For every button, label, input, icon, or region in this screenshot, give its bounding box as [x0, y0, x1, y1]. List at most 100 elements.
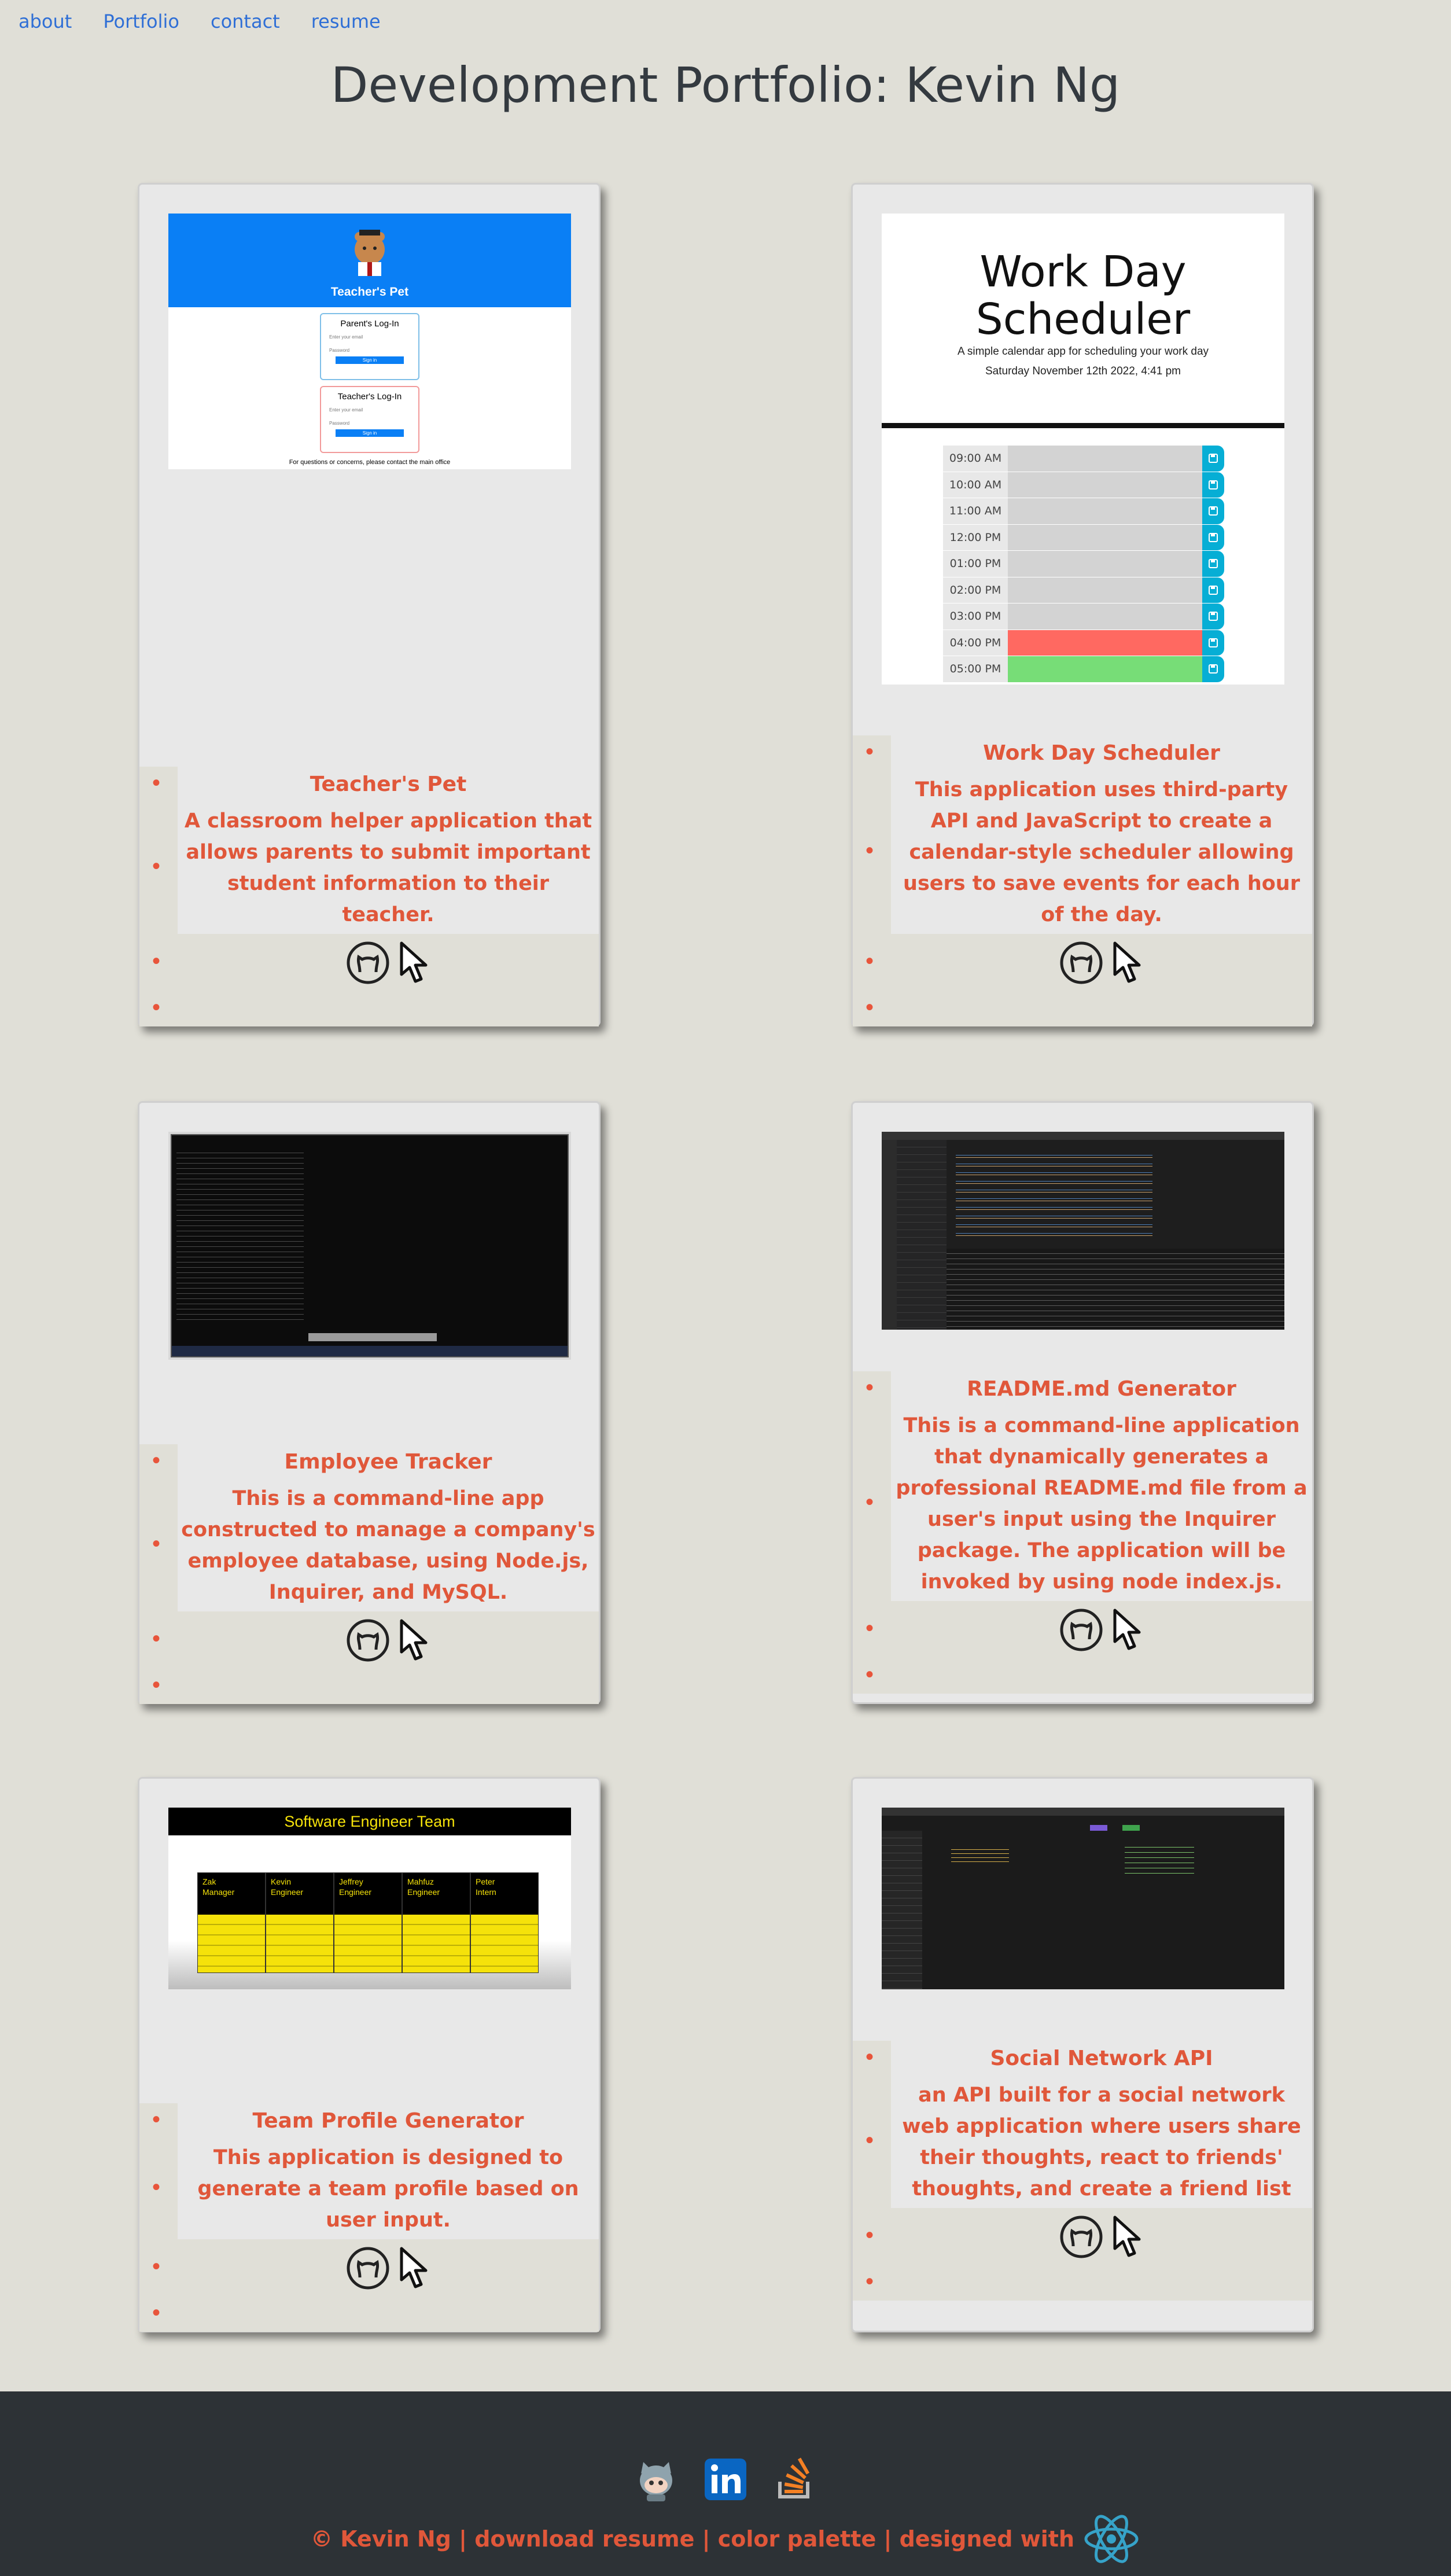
- sign-in-button[interactable]: Sign in: [336, 429, 404, 437]
- save-button[interactable]: [1202, 656, 1224, 682]
- time-block-row: 05:00 PM: [943, 656, 1224, 682]
- member-name: Peter: [476, 1877, 495, 1886]
- github-repo-icon[interactable]: [345, 1617, 391, 1664]
- project-links: [853, 2208, 1312, 2266]
- cursor-deploy-icon[interactable]: [1110, 1607, 1145, 1653]
- project-details: Employee Tracker This is a command-line …: [139, 1444, 599, 1704]
- footer-credits: © Kevin Ng | download resume | color pal…: [0, 2510, 1451, 2568]
- project-screenshot[interactable]: Work Day Scheduler A simple calendar app…: [882, 214, 1284, 685]
- list-item: Social Network API: [853, 2041, 1312, 2076]
- github-repo-icon[interactable]: [345, 2245, 391, 2291]
- parent-login-heading: Parent's Log-In: [340, 319, 399, 329]
- github-repo-icon[interactable]: [1058, 1607, 1104, 1653]
- editor-titlebar: [882, 1132, 1284, 1140]
- nav-portfolio-link[interactable]: Portfolio: [103, 10, 179, 32]
- page-title: Development Portfolio: Kevin Ng: [330, 57, 1121, 113]
- project-screenshot[interactable]: Teacher's Pet Parent's Log-In Enter your…: [168, 214, 571, 469]
- save-button[interactable]: [1202, 446, 1224, 472]
- time-block-row: 02:00 PM: [943, 576, 1224, 603]
- stack-overflow-icon[interactable]: [772, 2456, 818, 2503]
- event-textarea[interactable]: [1008, 577, 1202, 603]
- team-member-card: Mahfuz Engineer: [402, 1872, 470, 1973]
- project-card-social-network-api: Social Network API an API built for a so…: [851, 1777, 1314, 2332]
- scheduler-date: Saturday November 12th 2022, 4:41 pm: [985, 365, 1181, 377]
- project-card-employee-tracker: Employee Tracker This is a command-line …: [138, 1101, 601, 1704]
- hour-label: 11:00 AM: [943, 498, 1008, 524]
- member-role: Engineer: [339, 1887, 372, 1897]
- event-textarea[interactable]: [1008, 472, 1202, 498]
- nav-contact-link[interactable]: contact: [211, 10, 280, 32]
- event-textarea[interactable]: [1008, 524, 1202, 550]
- save-button[interactable]: [1202, 630, 1224, 656]
- project-screenshot[interactable]: Software Engineer Team Zak Manager Kevin En…: [168, 1808, 571, 1989]
- save-icon: [1209, 585, 1218, 595]
- editor-explorer: [897, 1140, 947, 1330]
- request-sidebar: [882, 1831, 922, 1989]
- scheduler-subtitle: A simple calendar app for scheduling you…: [957, 345, 1209, 358]
- member-details: [334, 1915, 402, 1973]
- teacher-login-heading: Teacher's Log-In: [337, 392, 402, 402]
- event-textarea[interactable]: [1008, 603, 1202, 630]
- cursor-deploy-icon[interactable]: [397, 1617, 432, 1664]
- team-members: Zak Manager Kevin Engineer Jeffrey Engineer Ma…: [197, 1872, 539, 1973]
- app-titlebar: [882, 1808, 1284, 1816]
- event-textarea[interactable]: [1008, 551, 1202, 577]
- member-details: [198, 1915, 265, 1973]
- project-screenshot[interactable]: [168, 1132, 571, 1360]
- save-button[interactable]: [1202, 603, 1224, 630]
- save-button[interactable]: [1202, 472, 1224, 498]
- github-repo-icon[interactable]: [1058, 2214, 1104, 2260]
- save-icon: [1209, 664, 1218, 674]
- hour-label: 12:00 PM: [943, 524, 1008, 550]
- time-block-row: 03:00 PM: [943, 603, 1224, 630]
- cursor-deploy-icon[interactable]: [397, 2245, 432, 2291]
- linkedin-icon[interactable]: [702, 2456, 749, 2503]
- status-badge-shot: [1122, 1825, 1140, 1831]
- project-title: Work Day Scheduler: [891, 735, 1312, 771]
- github-repo-icon[interactable]: [345, 940, 391, 986]
- email-label: Enter your email: [329, 407, 363, 413]
- project-screenshot[interactable]: [882, 1808, 1284, 1989]
- member-name: Kevin: [271, 1877, 292, 1886]
- response-body: [1125, 1842, 1194, 1877]
- list-item: [139, 2297, 599, 2332]
- list-item: an API built for a social network web ap…: [853, 2076, 1312, 2208]
- header-divider: [882, 423, 1284, 428]
- member-header: Kevin Engineer: [266, 1873, 333, 1915]
- list-item: Work Day Scheduler: [853, 735, 1312, 771]
- screenshot-footer-note: For questions or concerns, please contac…: [289, 459, 451, 466]
- github-repo-icon[interactable]: [1058, 940, 1104, 986]
- terminal-window: [171, 1134, 569, 1357]
- member-details: [266, 1915, 333, 1973]
- member-name: Zak: [202, 1877, 216, 1886]
- save-icon: [1209, 532, 1218, 542]
- save-button[interactable]: [1202, 524, 1224, 550]
- nav-about-link[interactable]: about: [19, 10, 72, 32]
- sign-in-button[interactable]: Sign in: [336, 356, 404, 364]
- project-screenshot[interactable]: [882, 1132, 1284, 1330]
- save-button[interactable]: [1202, 577, 1224, 603]
- cursor-deploy-icon[interactable]: [1110, 2214, 1145, 2260]
- save-button[interactable]: [1202, 498, 1224, 524]
- social-links: [0, 2456, 1451, 2503]
- nav-resume-link[interactable]: resume: [311, 10, 381, 32]
- github-octocat-icon[interactable]: [633, 2456, 679, 2503]
- event-textarea[interactable]: [1008, 498, 1202, 524]
- member-header: Mahfuz Engineer: [403, 1873, 470, 1915]
- member-role: Intern: [476, 1887, 496, 1897]
- event-textarea[interactable]: [1008, 630, 1202, 656]
- time-block-row: 10:00 AM: [943, 471, 1224, 498]
- time-block-list: 09:00 AM 10:00 AM 11:00 AM 12:00 PM 01:00 PM…: [943, 445, 1224, 682]
- project-details: Social Network API an API built for a so…: [853, 2041, 1312, 2301]
- cursor-deploy-icon[interactable]: [397, 940, 432, 986]
- event-textarea[interactable]: [1008, 446, 1202, 472]
- teacher-login-form: Teacher's Log-In Enter your email Passwo…: [320, 386, 419, 453]
- hour-label: 04:00 PM: [943, 630, 1008, 656]
- member-role: Engineer: [271, 1887, 304, 1897]
- save-icon: [1209, 454, 1218, 463]
- event-textarea[interactable]: [1008, 656, 1202, 682]
- save-button[interactable]: [1202, 551, 1224, 577]
- member-name: Mahfuz: [407, 1877, 434, 1886]
- cursor-deploy-icon[interactable]: [1110, 940, 1145, 986]
- list-item: [853, 2266, 1312, 2301]
